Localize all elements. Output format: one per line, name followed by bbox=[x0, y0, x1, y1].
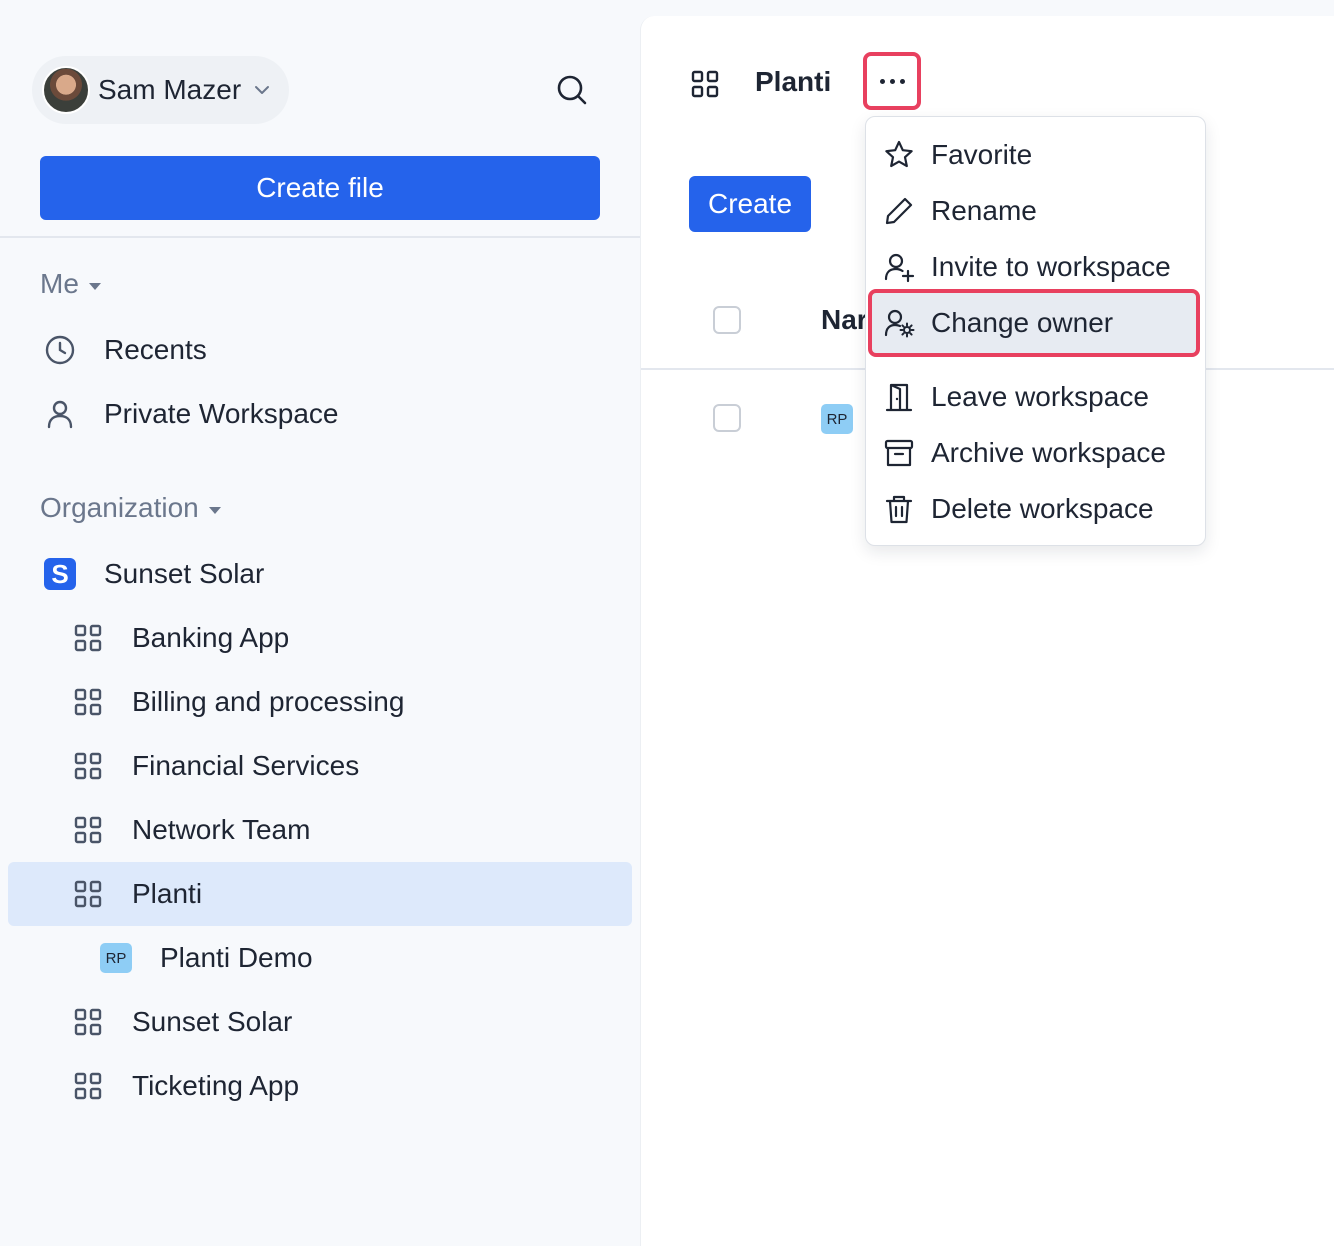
name-column-header[interactable]: Nar bbox=[821, 304, 868, 336]
star-icon bbox=[882, 138, 916, 172]
sidebar-item-planti[interactable]: Planti bbox=[8, 862, 632, 926]
caret-down-icon bbox=[208, 506, 221, 514]
sidebar-item-label: Planti bbox=[132, 878, 203, 909]
create-file-button[interactable]: Create file bbox=[40, 156, 600, 220]
sidebar-item-org-sunset-solar[interactable]: S Sunset Solar bbox=[44, 542, 264, 606]
archive-icon bbox=[882, 436, 916, 470]
menu-item-delete-workspace[interactable]: Delete workspace bbox=[866, 481, 1205, 537]
select-all-checkbox[interactable] bbox=[713, 306, 741, 334]
sidebar-item-label: Sunset Solar bbox=[132, 1006, 293, 1037]
page-title: Planti bbox=[755, 66, 832, 97]
sidebar-item-label: Private Workspace bbox=[104, 398, 339, 429]
grid-icon bbox=[72, 1070, 104, 1102]
table-row[interactable]: RP bbox=[821, 404, 853, 434]
trash-icon bbox=[882, 492, 916, 526]
more-dots-icon bbox=[879, 78, 885, 84]
sidebar-item-label: Recents bbox=[104, 334, 207, 365]
org-logo: S bbox=[44, 558, 76, 590]
grid-icon bbox=[691, 70, 719, 98]
menu-item-label: Rename bbox=[931, 195, 1037, 226]
grid-icon bbox=[72, 814, 104, 846]
menu-item-change-owner[interactable]: Change owner bbox=[868, 289, 1200, 357]
menu-item-label: Delete workspace bbox=[931, 493, 1154, 524]
sidebar-item-private-workspace[interactable]: Private Workspace bbox=[44, 382, 338, 446]
file-badge: RP bbox=[821, 404, 853, 434]
menu-item-label: Archive workspace bbox=[931, 437, 1166, 468]
row-checkbox[interactable] bbox=[713, 404, 741, 432]
pencil-icon bbox=[882, 194, 916, 228]
sidebar-item-label: Banking App bbox=[132, 622, 290, 653]
grid-icon bbox=[72, 750, 104, 782]
menu-item-label: Favorite bbox=[931, 139, 1033, 170]
workspace-options-menu: Favorite Rename Invite to workspace Chan… bbox=[865, 116, 1206, 546]
sidebar-item-network-team[interactable]: Network Team bbox=[72, 798, 310, 862]
user-icon bbox=[44, 398, 76, 430]
create-button[interactable]: Create bbox=[689, 176, 811, 232]
menu-item-label: Invite to workspace bbox=[931, 251, 1171, 282]
sidebar-item-label: Billing and processing bbox=[132, 686, 405, 717]
sidebar-item-financial-services[interactable]: Financial Services bbox=[72, 734, 359, 798]
sidebar-item-sunset-solar[interactable]: Sunset Solar bbox=[72, 990, 292, 1054]
menu-item-label: Leave workspace bbox=[931, 381, 1149, 412]
sidebar-item-label: Planti Demo bbox=[160, 942, 313, 973]
door-icon bbox=[882, 380, 916, 414]
sidebar-item-ticketing-app[interactable]: Ticketing App bbox=[72, 1054, 299, 1118]
sidebar-item-label: Ticketing App bbox=[132, 1070, 300, 1101]
menu-item-leave-workspace[interactable]: Leave workspace bbox=[866, 369, 1205, 425]
more-options-button[interactable] bbox=[863, 52, 921, 110]
user-menu[interactable]: Sam Mazer bbox=[32, 56, 289, 124]
menu-item-label: Change owner bbox=[931, 307, 1114, 338]
clock-icon bbox=[44, 334, 76, 366]
organization-section-toggle[interactable]: Organization bbox=[40, 492, 221, 524]
sidebar-item-planti-demo[interactable]: RP Planti Demo bbox=[100, 926, 313, 990]
sidebar-item-label: Sunset Solar bbox=[104, 558, 265, 589]
menu-item-archive-workspace[interactable]: Archive workspace bbox=[866, 425, 1205, 481]
sidebar-item-billing-and-processing[interactable]: Billing and processing bbox=[72, 670, 404, 734]
search-icon[interactable] bbox=[552, 70, 592, 110]
me-section-label: Me bbox=[40, 268, 79, 299]
avatar bbox=[42, 66, 90, 114]
divider bbox=[0, 236, 640, 238]
me-section-toggle[interactable]: Me bbox=[40, 268, 101, 300]
organization-section-label: Organization bbox=[40, 492, 199, 523]
sidebar-item-banking-app[interactable]: Banking App bbox=[72, 606, 289, 670]
menu-item-invite-to-workspace[interactable]: Invite to workspace bbox=[866, 239, 1205, 295]
user-gear-icon bbox=[882, 306, 916, 340]
user-plus-icon bbox=[882, 250, 916, 284]
sidebar: Sam Mazer Create file Me Recents Private… bbox=[0, 0, 640, 1246]
grid-icon bbox=[72, 622, 104, 654]
grid-icon bbox=[72, 1006, 104, 1038]
menu-item-favorite[interactable]: Favorite bbox=[866, 127, 1205, 183]
chevron-down-icon bbox=[255, 86, 270, 94]
file-badge: RP bbox=[100, 943, 132, 973]
sidebar-item-recents[interactable]: Recents bbox=[44, 318, 207, 382]
grid-icon bbox=[72, 686, 104, 718]
sidebar-item-label: Financial Services bbox=[132, 750, 360, 781]
grid-icon bbox=[72, 878, 104, 910]
caret-down-icon bbox=[88, 282, 101, 290]
menu-item-rename[interactable]: Rename bbox=[866, 183, 1205, 239]
user-name: Sam Mazer bbox=[98, 74, 242, 105]
sidebar-item-label: Network Team bbox=[132, 814, 311, 845]
